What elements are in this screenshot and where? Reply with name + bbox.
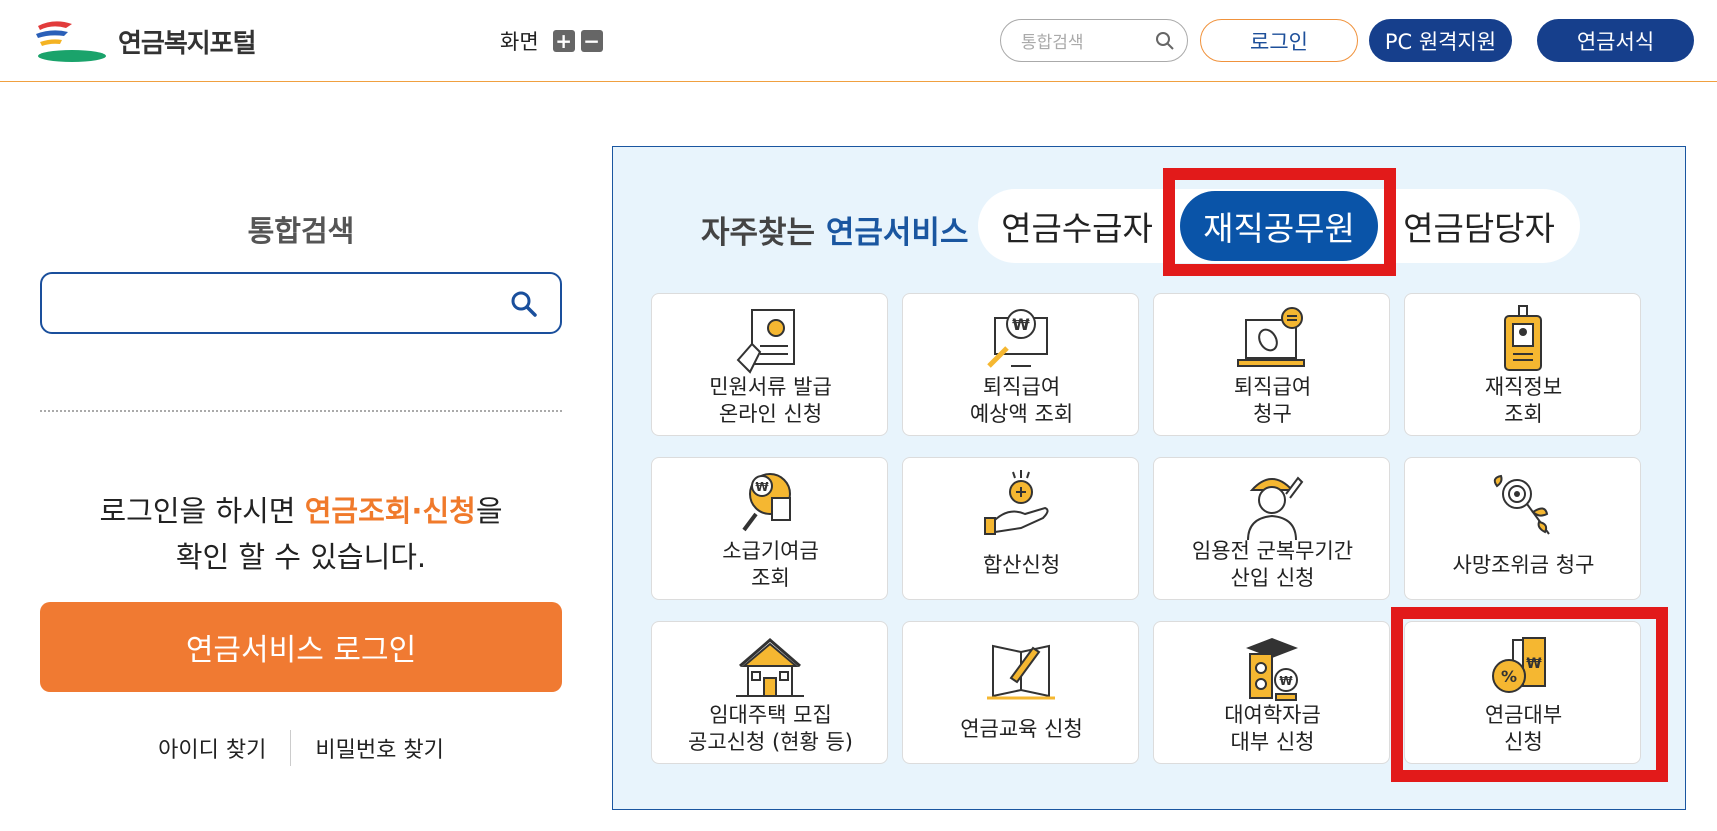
- label-line2: 공고신청 (현황 등): [688, 730, 853, 754]
- service-card[interactable]: ₩ 대여학자금 대부 신청: [1153, 621, 1390, 764]
- integrated-search-input[interactable]: [40, 272, 562, 334]
- service-card[interactable]: 민원서류 발급 온라인 신청: [651, 293, 888, 436]
- header: 연금복지포털 화면 + − 통합검색 로그인 PC 원격지원 연금서식: [0, 0, 1717, 82]
- label-line1: 합산신청: [982, 553, 1061, 577]
- login-button[interactable]: 로그인: [1200, 19, 1358, 62]
- services-title-highlight: 연금서비스: [825, 215, 969, 251]
- logo-text: 연금복지포털: [118, 28, 257, 59]
- label-line1: 임용전 군복무기간: [1191, 539, 1354, 563]
- label-line1: 퇴직급여: [982, 375, 1061, 399]
- service-card[interactable]: 임용전 군복무기간 산입 신청: [1153, 457, 1390, 600]
- label-line2: 대부 신청: [1230, 730, 1315, 754]
- service-card[interactable]: ₩ 소급기여금 조회: [651, 457, 888, 600]
- user-type-tabs: 연금수급자 재직공무원 연금담당자: [978, 189, 1580, 263]
- scholarship-icon: ₩: [1246, 638, 1298, 701]
- label-line1: 민원서류 발급: [709, 375, 832, 399]
- svg-text:₩: ₩: [755, 480, 769, 494]
- label-line2: 온라인 신청: [718, 402, 823, 426]
- label-line1: 재직정보: [1484, 375, 1563, 399]
- services-title: 자주찾는 연금서비스: [701, 207, 968, 252]
- service-card-label: 사망조위금 청구: [1405, 552, 1642, 579]
- account-find-links: 아이디 찾기 비밀번호 찾기: [40, 730, 562, 766]
- label-line2: 신청: [1504, 730, 1543, 754]
- label-line1: 연금대부: [1484, 703, 1563, 727]
- pension-service-login-button[interactable]: 연금서비스 로그인: [40, 602, 562, 692]
- zoom-label: 화면: [500, 30, 539, 54]
- service-card[interactable]: ₩ % 연금대부 신청: [1404, 621, 1641, 764]
- soldier-icon: [1247, 476, 1304, 540]
- service-card-label: 퇴직급여 청구: [1154, 374, 1391, 428]
- label-line2: 산입 신청: [1230, 566, 1315, 590]
- login-message: 로그인을 하시면 연금조회·신청을 확인 할 수 있습니다.: [40, 488, 562, 580]
- id-badge-icon: [1504, 305, 1542, 371]
- service-card[interactable]: 재직정보 조회: [1404, 293, 1641, 436]
- education-icon: [987, 644, 1055, 700]
- flower-icon: [1493, 474, 1550, 535]
- service-card-label: 임용전 군복무기간 산입 신청: [1154, 538, 1391, 592]
- header-search-placeholder: 통합검색: [1021, 33, 1084, 53]
- logo-mark-icon: [36, 21, 106, 62]
- login-message-suffix: 을: [475, 494, 503, 528]
- login-message-highlight: 연금조회·신청: [304, 494, 476, 528]
- search-icon[interactable]: [510, 290, 538, 318]
- service-card-label: 민원서류 발급 온라인 신청: [652, 374, 889, 428]
- login-message-prefix: 로그인을 하시면: [99, 494, 305, 528]
- tab-pension-manager[interactable]: 연금담당자: [1380, 189, 1578, 263]
- service-card-label: 대여학자금 대부 신청: [1154, 702, 1391, 756]
- hand-coin-icon: [984, 470, 1049, 535]
- divider: [40, 410, 562, 412]
- zoom-control: 화면 + −: [500, 26, 603, 56]
- label-line1: 연금교육 신청: [960, 717, 1083, 741]
- services-title-prefix: 자주찾는: [701, 215, 826, 251]
- login-message-line2: 확인 할 수 있습니다.: [175, 540, 427, 574]
- find-id-link[interactable]: 아이디 찾기: [134, 732, 290, 764]
- document-issue-icon: [736, 309, 795, 374]
- service-card-label: 합산신청: [903, 552, 1140, 579]
- label-line2: 예상액 조회: [969, 402, 1074, 426]
- svg-text:₩: ₩: [1279, 674, 1293, 688]
- label-line1: 퇴직급여: [1233, 375, 1312, 399]
- service-card[interactable]: 퇴직급여 청구: [1153, 293, 1390, 436]
- tab-pension-recipient[interactable]: 연금수급자: [978, 189, 1176, 263]
- service-card-label: 연금대부 신청: [1405, 702, 1642, 756]
- service-card-label: 임대주택 모집 공고신청 (현황 등): [652, 702, 889, 756]
- pension-forms-button[interactable]: 연금서식: [1537, 19, 1694, 62]
- header-search-input[interactable]: 통합검색: [1000, 19, 1188, 62]
- frequent-services-panel: 자주찾는 연금서비스 연금수급자 재직공무원 연금담당자 민원서류 발급 온라인…: [612, 146, 1686, 810]
- service-card-label: 소급기여금 조회: [652, 538, 889, 592]
- zoom-out-button[interactable]: −: [580, 30, 603, 52]
- loan-icon: ₩ %: [1492, 637, 1546, 693]
- label-line2: 조회: [751, 566, 790, 590]
- label-line1: 임대주택 모집: [709, 703, 832, 727]
- coin-search-icon: ₩: [742, 473, 791, 532]
- find-password-link[interactable]: 비밀번호 찾기: [291, 732, 467, 764]
- tab-civil-servant[interactable]: 재직공무원: [1180, 191, 1378, 261]
- integrated-search-title: 통합검색: [247, 214, 355, 248]
- house-icon: [736, 638, 804, 697]
- svg-text:₩: ₩: [1526, 656, 1542, 672]
- zoom-in-button[interactable]: +: [552, 30, 575, 52]
- service-card[interactable]: 사망조위금 청구: [1404, 457, 1641, 600]
- service-card-label: 퇴직급여 예상액 조회: [903, 374, 1140, 428]
- svg-text:%: %: [1501, 667, 1517, 686]
- service-card-label: 연금교육 신청: [903, 716, 1140, 743]
- won-monitor-icon: ₩: [987, 309, 1048, 368]
- logo[interactable]: 연금복지포털: [32, 18, 257, 64]
- service-card[interactable]: 연금교육 신청: [902, 621, 1139, 764]
- label-line1: 사망조위금 청구: [1452, 553, 1595, 577]
- laptop-mouse-icon: [1237, 307, 1305, 367]
- label-line2: 청구: [1253, 402, 1292, 426]
- label-line2: 조회: [1504, 402, 1543, 426]
- label-line1: 소급기여금: [722, 539, 819, 563]
- search-icon[interactable]: [1155, 31, 1175, 51]
- remote-support-button[interactable]: PC 원격지원: [1369, 19, 1512, 62]
- label-line1: 대여학자금: [1224, 703, 1321, 727]
- service-card[interactable]: 임대주택 모집 공고신청 (현황 등): [651, 621, 888, 764]
- service-card[interactable]: ₩ 퇴직급여 예상액 조회: [902, 293, 1139, 436]
- service-card-label: 재직정보 조회: [1405, 374, 1642, 428]
- svg-text:₩: ₩: [1012, 315, 1030, 334]
- service-card[interactable]: 합산신청: [902, 457, 1139, 600]
